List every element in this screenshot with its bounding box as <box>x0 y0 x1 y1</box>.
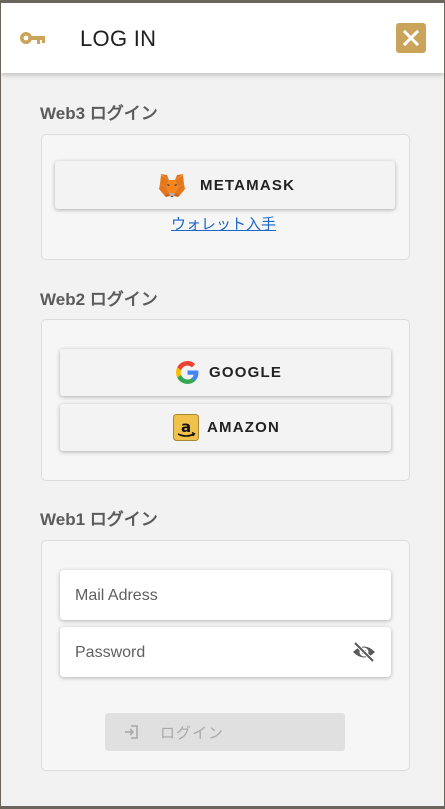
get-wallet-link[interactable]: ウォレット入手 <box>171 213 276 234</box>
dialog-header: LOG IN <box>1 3 444 73</box>
svg-text:a: a <box>181 418 191 436</box>
mail-field[interactable] <box>60 570 391 622</box>
eye-off-icon[interactable] <box>351 641 377 663</box>
dialog-title: LOG IN <box>80 26 157 51</box>
metamask-fox-icon <box>159 174 185 197</box>
login-dialog: LOG IN Web3 ログイン METAMASK ウォレット入手 Web2 ロ… <box>1 3 444 806</box>
login-button[interactable]: ログイン <box>105 713 345 751</box>
metamask-button[interactable]: METAMASK <box>55 161 395 209</box>
metamask-label: METAMASK <box>200 176 296 194</box>
web2-card <box>41 319 410 481</box>
mail-input[interactable] <box>73 570 347 622</box>
login-label: ログイン <box>160 724 225 742</box>
password-input[interactable] <box>73 627 347 679</box>
key-icon <box>20 32 45 44</box>
close-button[interactable] <box>396 23 426 53</box>
amazon-icon: a <box>173 414 199 441</box>
google-label: GOOGLE <box>209 364 283 381</box>
web2-section-title: Web2 ログイン <box>40 290 158 309</box>
google-button[interactable]: GOOGLE <box>60 349 391 396</box>
web3-section-title: Web3 ログイン <box>40 104 158 123</box>
password-field[interactable] <box>60 627 391 679</box>
login-icon <box>125 725 138 739</box>
amazon-button[interactable]: a AMAZON <box>60 404 391 451</box>
close-icon <box>403 30 419 46</box>
amazon-label: AMAZON <box>207 419 281 436</box>
web1-section-title: Web1 ログイン <box>40 510 158 529</box>
google-icon <box>176 361 199 384</box>
